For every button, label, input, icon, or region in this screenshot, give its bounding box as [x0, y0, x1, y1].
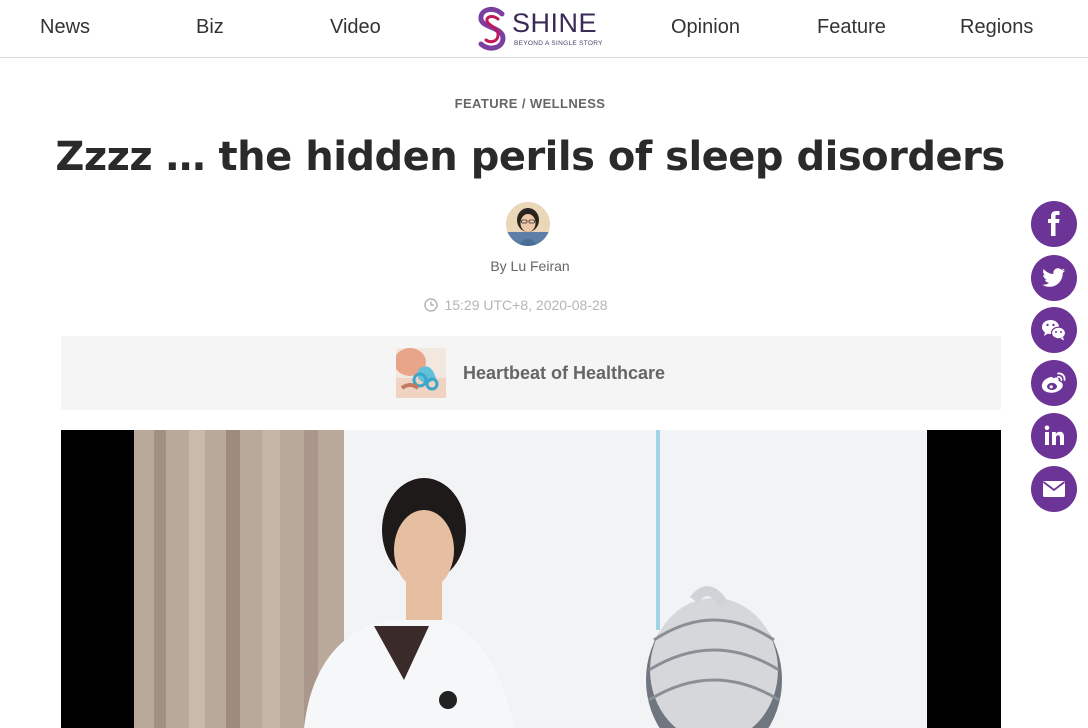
nav-video[interactable]: Video: [330, 16, 381, 39]
top-navigation-bar: News Biz Video SHINE BEYOND A SINGLE STO…: [0, 0, 1088, 58]
hero-photo: [134, 430, 927, 728]
weibo-icon: [1041, 372, 1066, 393]
kicker-subsection-link[interactable]: WELLNESS: [530, 96, 605, 111]
linkedin-icon: [1044, 425, 1064, 445]
logo-wordmark: SHINE: [512, 8, 598, 38]
nav-opinion[interactable]: Opinion: [671, 16, 740, 39]
nav-biz[interactable]: Biz: [196, 16, 224, 39]
hero-image[interactable]: [61, 430, 1001, 728]
article-kicker: FEATURE / WELLNESS: [0, 96, 1060, 111]
share-linkedin-button[interactable]: [1031, 413, 1077, 459]
shine-logo-icon: [478, 6, 506, 51]
nav-news[interactable]: News: [40, 16, 90, 39]
series-banner[interactable]: Heartbeat of Healthcare: [61, 336, 1001, 410]
article-title: Zzzz … the hidden perils of sleep disord…: [55, 134, 1005, 180]
share-email-button[interactable]: [1031, 466, 1077, 512]
clock-icon: [424, 298, 439, 312]
kicker-separator: /: [517, 96, 530, 111]
author-byline[interactable]: By Lu Feiran: [0, 258, 1060, 274]
article-timestamp: 15:29 UTC+8, 2020-08-28: [444, 297, 608, 313]
share-weibo-button[interactable]: [1031, 360, 1077, 406]
article-dateline: 15:29 UTC+8, 2020-08-28: [0, 297, 1032, 313]
wechat-icon: [1042, 320, 1067, 341]
share-wechat-button[interactable]: [1031, 307, 1077, 353]
twitter-icon: [1042, 268, 1065, 287]
series-title: Heartbeat of Healthcare: [463, 363, 666, 383]
email-icon: [1042, 481, 1066, 497]
facebook-icon: [1048, 211, 1060, 236]
share-twitter-button[interactable]: [1031, 255, 1077, 301]
author-avatar[interactable]: [506, 202, 550, 246]
kicker-section-link[interactable]: FEATURE: [455, 96, 518, 111]
series-thumbnail: [396, 348, 446, 398]
nav-regions[interactable]: Regions: [960, 16, 1033, 39]
shine-logo[interactable]: SHINE BEYOND A SINGLE STORY: [476, 4, 602, 54]
nav-feature[interactable]: Feature: [817, 16, 886, 39]
logo-tagline: BEYOND A SINGLE STORY: [514, 40, 603, 47]
share-facebook-button[interactable]: [1031, 201, 1077, 247]
